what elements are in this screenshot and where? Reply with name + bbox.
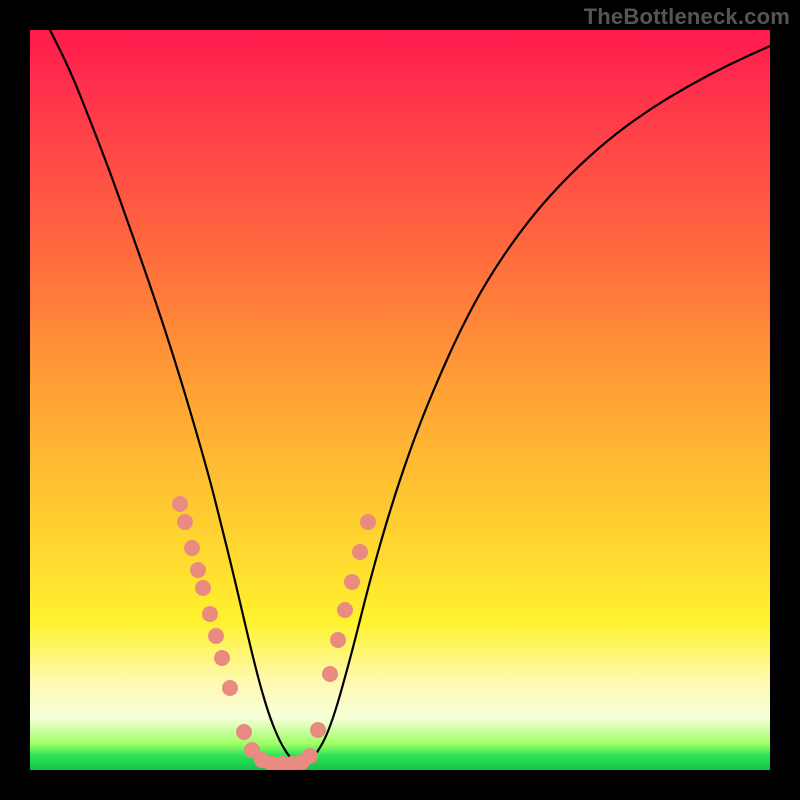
data-point	[184, 540, 200, 556]
data-point	[352, 544, 368, 560]
chart-frame: TheBottleneck.com	[0, 0, 800, 800]
data-point	[330, 632, 346, 648]
data-point	[337, 602, 353, 618]
plot-area	[30, 30, 770, 770]
data-point	[172, 496, 188, 512]
data-point	[360, 514, 376, 530]
data-point	[214, 650, 230, 666]
data-point	[195, 580, 211, 596]
watermark-label: TheBottleneck.com	[584, 4, 790, 30]
data-point	[302, 748, 318, 764]
overlay-svg	[30, 30, 770, 770]
data-point	[202, 606, 218, 622]
data-point	[236, 724, 252, 740]
data-point	[310, 722, 326, 738]
data-point	[177, 514, 193, 530]
bottleneck-curve	[50, 30, 770, 764]
data-point	[322, 666, 338, 682]
data-point	[344, 574, 360, 590]
data-point	[222, 680, 238, 696]
data-point	[208, 628, 224, 644]
data-point	[190, 562, 206, 578]
